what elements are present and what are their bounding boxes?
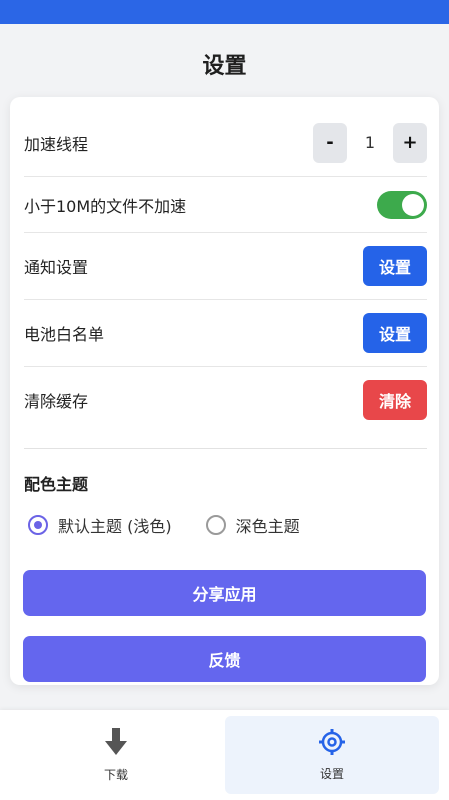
feedback-button[interactable]: 反馈 [23,636,426,682]
battery-settings-button[interactable]: 设置 [363,313,427,353]
theme-option-light[interactable]: 默认主题 (浅色) [28,513,172,537]
small-file-row: 小于10M的文件不加速 [24,177,427,233]
radio-checked-icon [28,515,48,535]
notification-label: 通知设置 [24,258,89,277]
theme-section-title: 配色主题 [24,475,89,494]
nav-label-settings: 设置 [319,766,344,781]
cache-row: 清除缓存 清除 [24,367,427,433]
gear-icon [319,728,345,759]
page-title: 设置 [202,54,247,79]
thread-stepper: - 1 + [313,122,427,163]
decrement-button[interactable]: - [313,122,347,163]
nav-label-download: 下载 [103,767,128,782]
theme-option-label: 深色主题 [235,517,300,536]
toggle-knob [402,193,424,216]
theme-radio-group: 默认主题 (浅色) 深色主题 [28,513,334,537]
cache-label: 清除缓存 [24,392,89,411]
notification-settings-button[interactable]: 设置 [363,246,427,286]
battery-label: 电池白名单 [24,325,105,344]
radio-unchecked-icon [205,515,226,535]
accel-threads-row: 加速线程 - 1 + [24,109,427,177]
status-bar [0,0,449,24]
theme-option-dark[interactable]: 深色主题 [205,513,300,537]
theme-option-label: 默认主题 (浅色) [58,517,172,536]
small-file-label: 小于10M的文件不加速 [24,196,187,216]
notification-row: 通知设置 设置 [24,233,427,300]
battery-row: 电池白名单 设置 [24,300,427,367]
clear-cache-button[interactable]: 清除 [363,380,427,420]
thread-count-value: 1 [364,133,376,152]
nav-item-download[interactable]: 下载 [10,716,222,794]
section-divider [24,448,427,449]
bottom-nav: 下载 设置 [0,710,449,800]
settings-card: 加速线程 - 1 + 小于10M的文件不加速 通知设置 设置 电池白名单 设置 … [10,97,439,685]
accel-threads-label: 加速线程 [24,134,89,154]
download-arrow-icon [105,727,127,760]
share-app-button[interactable]: 分享应用 [23,570,426,616]
nav-item-settings[interactable]: 设置 [225,716,439,794]
increment-button[interactable]: + [393,122,427,163]
small-file-toggle[interactable] [377,190,427,219]
